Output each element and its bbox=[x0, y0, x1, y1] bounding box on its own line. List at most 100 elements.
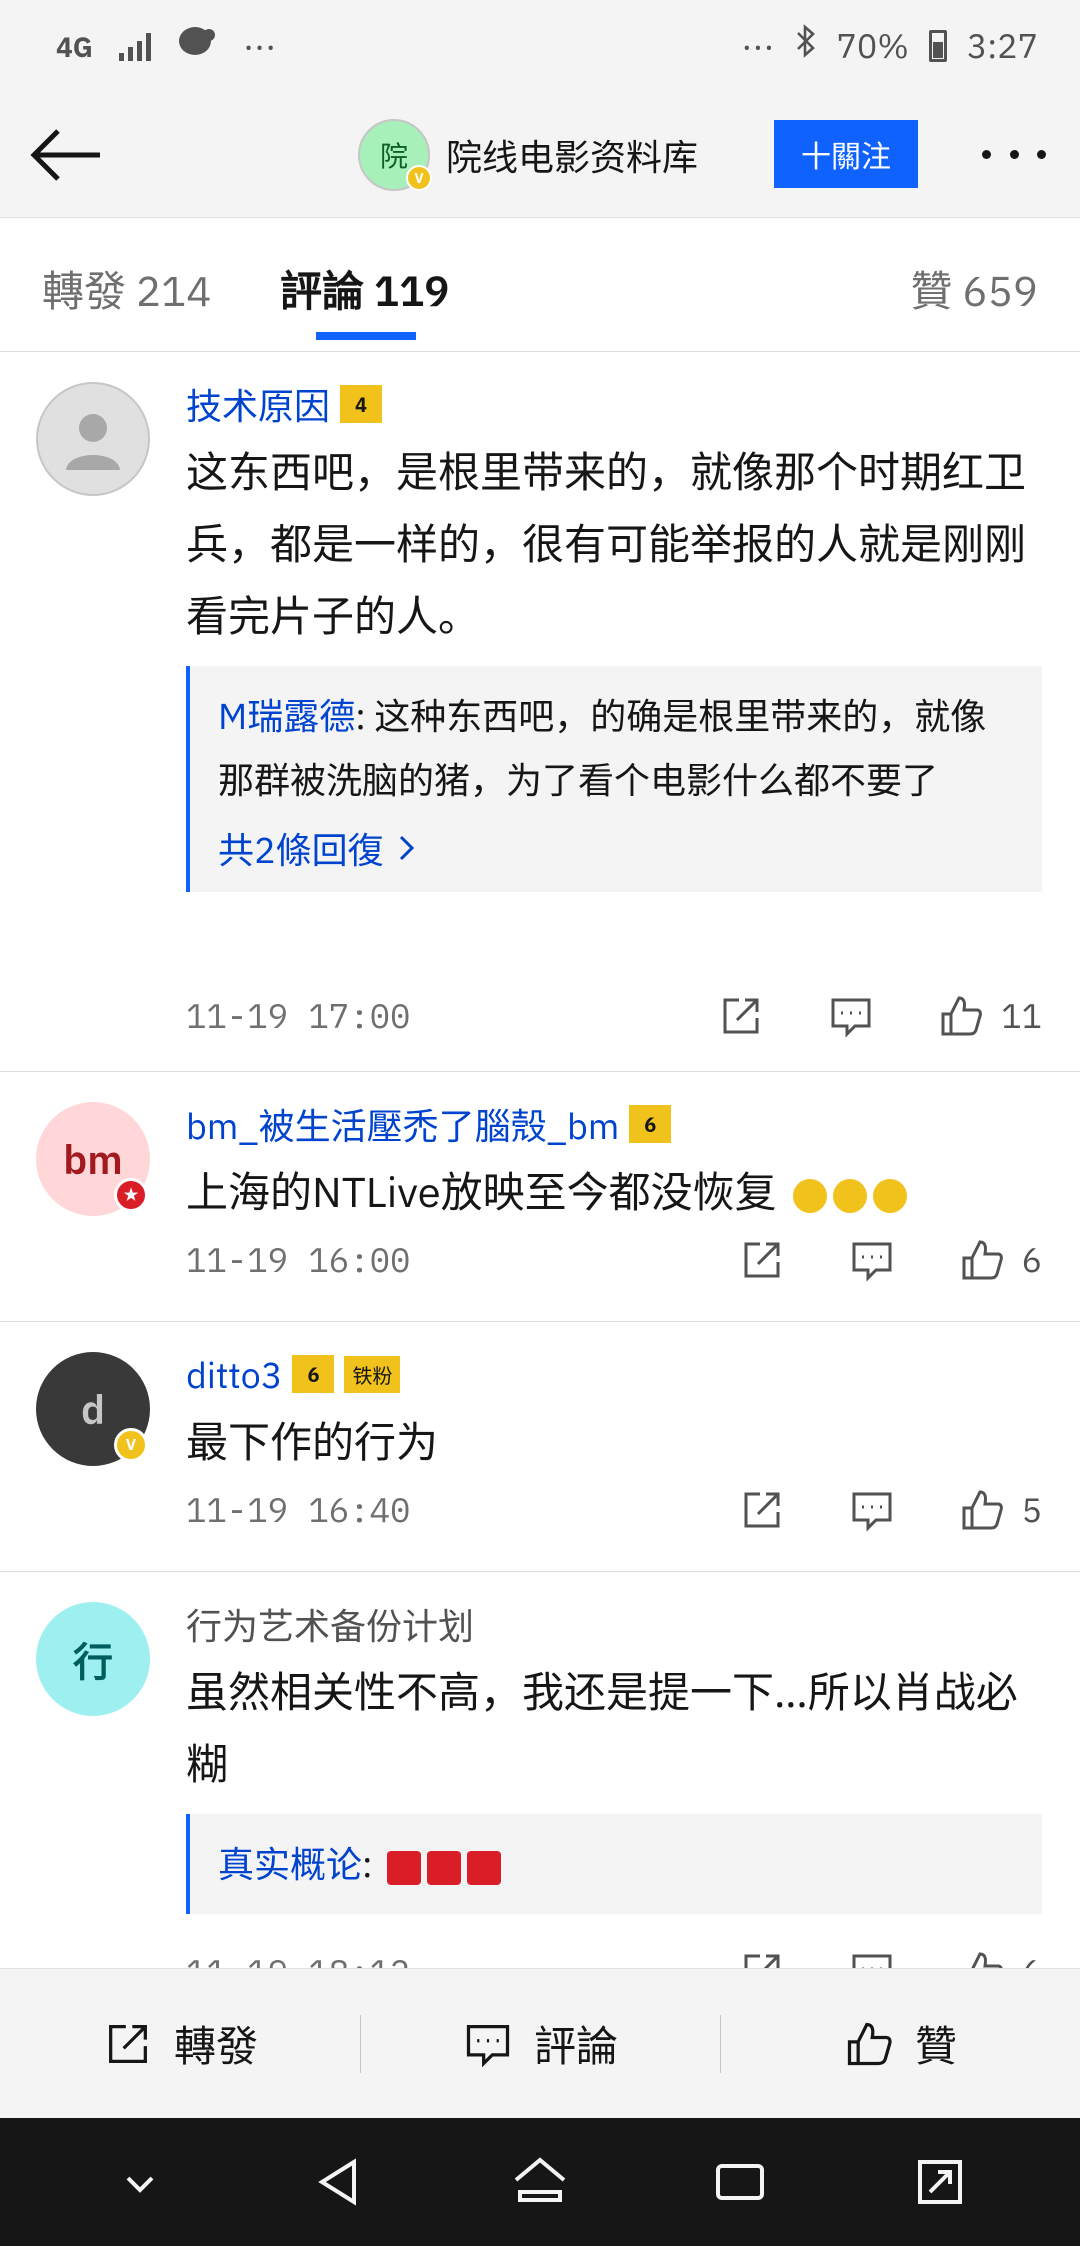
repost-comment-button[interactable] bbox=[738, 1236, 786, 1284]
account-name[interactable]: 院线电影资料库 bbox=[446, 129, 698, 181]
repost-comment-button[interactable] bbox=[717, 992, 765, 1040]
verified-icon: V bbox=[114, 1428, 148, 1462]
status-right: ··· 70% 3:27 bbox=[741, 24, 1038, 68]
user-avatar[interactable] bbox=[36, 382, 150, 496]
follow-button[interactable]: 十關注 bbox=[774, 120, 918, 188]
battery-icon bbox=[928, 30, 947, 62]
share-icon bbox=[744, 1954, 780, 1968]
reply-author[interactable]: 真实概论 bbox=[218, 1840, 362, 1887]
share-icon bbox=[744, 1242, 780, 1278]
clock: 3:27 bbox=[966, 24, 1038, 68]
account-avatar-initial: 院 bbox=[379, 137, 408, 174]
tab-like[interactable]: 贊 659 bbox=[910, 258, 1038, 319]
comment-icon bbox=[852, 1954, 892, 1968]
comment-time: 11-19 16:40 bbox=[186, 1488, 411, 1532]
home-icon[interactable] bbox=[508, 2150, 572, 2214]
thumbs-up-icon bbox=[847, 2022, 892, 2065]
account-info[interactable]: 院 V 院线电影资料库 bbox=[358, 116, 698, 194]
tab-repost[interactable]: 轉發 214 bbox=[42, 258, 212, 319]
comment-time: 11-19 16:00 bbox=[186, 1238, 411, 1282]
network-type: 4G bbox=[56, 27, 93, 65]
reply-comment-button[interactable] bbox=[827, 992, 875, 1040]
detail-tabs: 轉發 214 評論 119 贊 659 bbox=[0, 218, 1080, 352]
account-avatar[interactable]: 院 V bbox=[358, 119, 432, 191]
back-arrow-icon bbox=[30, 129, 100, 181]
comment-time: 11-19 17:00 bbox=[186, 994, 411, 1038]
comment-icon bbox=[831, 998, 871, 1038]
repost-comment-button[interactable] bbox=[738, 1948, 786, 1968]
shrug-emoji-icon bbox=[792, 1179, 907, 1214]
view-replies-link[interactable]: 共2條回復 bbox=[218, 822, 1014, 874]
reply-author[interactable]: M瑞露德 bbox=[218, 692, 355, 739]
active-tab-indicator bbox=[316, 332, 416, 340]
like-comment-button[interactable]: 6 bbox=[958, 1236, 1042, 1284]
reply-content: M瑞露德: 这种东西吧，的确是根里带来的，就像那群被洗脑的猪，为了看个电影什么都… bbox=[218, 692, 987, 803]
thumbs-up-icon bbox=[941, 996, 983, 1036]
username-text[interactable]: 行为艺术备份计划 bbox=[186, 1598, 474, 1650]
user-avatar[interactable]: 行 bbox=[36, 1602, 150, 1716]
thumbs-up-icon bbox=[962, 1490, 1003, 1530]
repost-label: 轉發 bbox=[173, 2018, 258, 2073]
chevron-down-icon[interactable] bbox=[108, 2150, 172, 2214]
crown-level-icon: 4 bbox=[340, 385, 383, 423]
comment-text: 虽然相关性不高，我还是提一下…所以肖战必糊 bbox=[186, 1664, 1018, 1791]
like-label: 贊 bbox=[914, 2018, 957, 2073]
share-icon bbox=[723, 998, 759, 1034]
repost-comment-button[interactable] bbox=[738, 1486, 786, 1534]
reply-preview[interactable]: M瑞露德: 这种东西吧，的确是根里带来的，就像那群被洗脑的猪，为了看个电影什么都… bbox=[186, 666, 1042, 892]
reply-comment-button[interactable] bbox=[848, 1486, 896, 1534]
like-comment-button[interactable]: 5 bbox=[958, 1486, 1042, 1534]
back-button[interactable] bbox=[28, 120, 104, 190]
reply-comment-button[interactable] bbox=[848, 1236, 896, 1284]
like-count: 5 bbox=[1021, 1488, 1042, 1532]
expand-icon[interactable] bbox=[908, 2150, 972, 2214]
share-icon bbox=[109, 2024, 147, 2063]
share-icon bbox=[744, 1492, 780, 1528]
username-text[interactable]: 技术原因 bbox=[186, 378, 330, 430]
chevron-right-icon bbox=[399, 835, 414, 861]
comment-text-body: 上海的NTLive放映至今都没恢复 bbox=[186, 1164, 777, 1219]
like-button[interactable]: 贊 bbox=[720, 1969, 1080, 2118]
comment-list: 技术原因 4 这东西吧，是根里带来的，就像那个时期红卫兵，都是一样的，很有可能举… bbox=[0, 352, 1080, 1968]
reply-content: 真实概论: bbox=[218, 1832, 1014, 1896]
comment-username[interactable]: 技术原因 4 bbox=[186, 378, 1042, 430]
comment-item: 行 行为艺术备份计划 虽然相关性不高，我还是提一下…所以肖战必糊 真实概论: 1… bbox=[0, 1572, 1080, 1968]
comment-text: 最下作的行为 bbox=[186, 1414, 439, 1469]
comment-username[interactable]: bm_被生活壓禿了腦殼_bm 6 bbox=[186, 1098, 1042, 1150]
comment-meta: 11-19 16:00 6 bbox=[186, 1230, 1042, 1290]
comment-text: 上海的NTLive放映至今都没恢复 bbox=[186, 1156, 1042, 1228]
user-avatar[interactable]: d V bbox=[36, 1352, 150, 1466]
comment-meta: 11-19 18:12 6 bbox=[186, 1942, 1042, 1968]
comment-icon bbox=[852, 1242, 892, 1282]
comment-item: bm ★ bm_被生活壓禿了腦殼_bm 6 上海的NTLive放映至今都没恢复 … bbox=[0, 1072, 1080, 1322]
like-comment-button[interactable]: 6 bbox=[958, 1948, 1042, 1968]
vip-star-icon: ★ bbox=[114, 1178, 148, 1212]
default-avatar-icon bbox=[66, 414, 120, 470]
username-text[interactable]: bm_被生活壓禿了腦殼_bm bbox=[186, 1098, 619, 1150]
comment-username[interactable]: ditto3 6 铁粉 bbox=[186, 1348, 1042, 1400]
like-comment-button[interactable]: 11 bbox=[937, 992, 1042, 1040]
bluetooth-icon bbox=[795, 24, 817, 68]
more-options-icon[interactable] bbox=[976, 130, 1052, 178]
view-replies-label: 共2條回復 bbox=[218, 826, 384, 873]
recent-apps-icon[interactable] bbox=[708, 2150, 772, 2214]
reply-preview[interactable]: 真实概论: bbox=[186, 1814, 1042, 1914]
crown-level-icon: 6 bbox=[629, 1105, 672, 1143]
username-text[interactable]: ditto3 bbox=[186, 1351, 282, 1398]
tab-comment[interactable]: 評論 119 bbox=[280, 258, 450, 319]
comment-meta: 11-19 16:40 5 bbox=[186, 1480, 1042, 1540]
back-triangle-icon[interactable] bbox=[308, 2150, 372, 2214]
comment-icon bbox=[852, 1492, 892, 1532]
repost-button[interactable]: 轉發 bbox=[0, 1969, 360, 2118]
reply-comment-button[interactable] bbox=[848, 1948, 896, 1968]
comment-item: 技术原因 4 这东西吧，是根里带来的，就像那个时期红卫兵，都是一样的，很有可能举… bbox=[0, 352, 1080, 1072]
avatar-initial: 行 bbox=[73, 1635, 113, 1687]
comment-button[interactable]: 評論 bbox=[360, 1969, 720, 2118]
comment-item: d V ditto3 6 铁粉 最下作的行为 11-19 16:40 5 bbox=[0, 1322, 1080, 1572]
comment-username[interactable]: 行为艺术备份计划 bbox=[186, 1598, 1042, 1650]
verified-icon: V bbox=[406, 165, 432, 191]
system-nav-bar bbox=[0, 2118, 1080, 2246]
crown-level-icon: 6 bbox=[292, 1355, 335, 1393]
comment-meta: 11-19 17:00 11 bbox=[186, 986, 1042, 1046]
user-avatar[interactable]: bm ★ bbox=[36, 1102, 150, 1216]
